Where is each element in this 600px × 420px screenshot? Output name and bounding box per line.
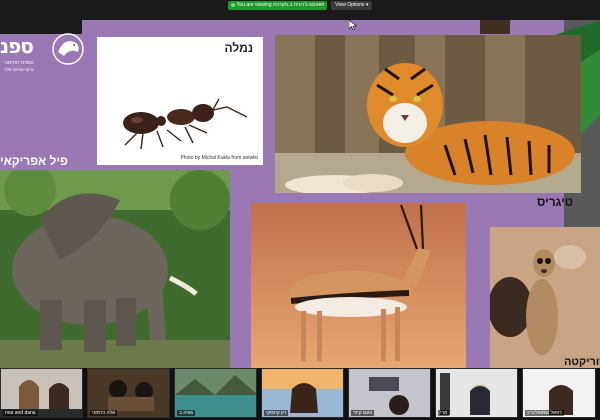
participant-name: גאיה ב: [177, 410, 196, 416]
zoom-window: You are viewing רונית ב.מערכת's screen V…: [0, 0, 600, 420]
share-toolbar: You are viewing רונית ב.מערכת's screen V…: [0, 0, 600, 20]
meerkat-image: [490, 227, 600, 368]
participant-name: רפאל שמואליביץ: [525, 410, 564, 416]
organization-logo: ספנ המרכז החינוכי ע"ש ישראל פלד: [0, 30, 92, 78]
participant-name: מרי: [438, 410, 450, 416]
participant-name: נועם קיזר: [351, 410, 375, 416]
tiger-image: [275, 35, 581, 193]
tiger-label: טיגריס: [537, 195, 574, 209]
elephant-label: פיל אפריקאי: [0, 154, 68, 168]
participant-name: אלה כרמוני: [90, 410, 118, 416]
participant-name: noa and dana: [3, 410, 38, 416]
gazelle-image: [251, 203, 466, 368]
participant-tile[interactable]: נועם קיזר: [348, 368, 431, 418]
participant-tile[interactable]: רון קינסקי: [261, 368, 344, 418]
ant-photo-card: נמלה Photo by Michal Kukla from antwiki: [97, 37, 263, 165]
share-banner: You are viewing רונית ב.מערכת's screen V…: [0, 0, 600, 10]
view-options-label: View Options: [335, 1, 365, 8]
participant-name: רון קינסקי: [264, 410, 289, 416]
mouse-cursor-icon: [349, 20, 357, 30]
participant-tile[interactable]: רפאל שמואליביץ: [522, 368, 596, 418]
photo-credit: Photo by Michal Kukla from antwiki: [180, 155, 258, 161]
logo-subtitle: המרכז החינוכי: [4, 60, 34, 66]
view-options-button[interactable]: View Options ▾: [331, 0, 373, 10]
elephant-image: [0, 170, 230, 368]
logo-text: ספנ: [0, 34, 34, 58]
meerkat-label: סוריקטה: [564, 356, 600, 368]
participant-tile[interactable]: אלה כרמוני: [87, 368, 170, 418]
participant-tile[interactable]: noa and dana: [0, 368, 83, 418]
screen-share-status-text: You are viewing רונית ב.מערכת's screen: [236, 1, 325, 8]
participant-tile[interactable]: גאיה ב: [174, 368, 257, 418]
ant-label: נמלה: [224, 41, 254, 55]
bird-logo-icon: [52, 33, 84, 65]
chevron-down-icon: ▾: [365, 1, 369, 8]
participant-tile[interactable]: מרי: [435, 368, 518, 418]
participant-gallery: noa and dana אלה כרמוני גאיה ב רון קינסק…: [0, 368, 600, 420]
ant-image: [123, 98, 248, 150]
shared-slide: ספנ המרכז החינוכי ע"ש ישראל פלד נמלה Pho…: [0, 20, 600, 368]
sharing-indicator-icon: [230, 3, 235, 7]
screen-share-status: You are viewing רונית ב.מערכת's screen: [227, 0, 328, 10]
logo-subtitle-2: ע"ש ישראל פלד: [4, 67, 34, 72]
